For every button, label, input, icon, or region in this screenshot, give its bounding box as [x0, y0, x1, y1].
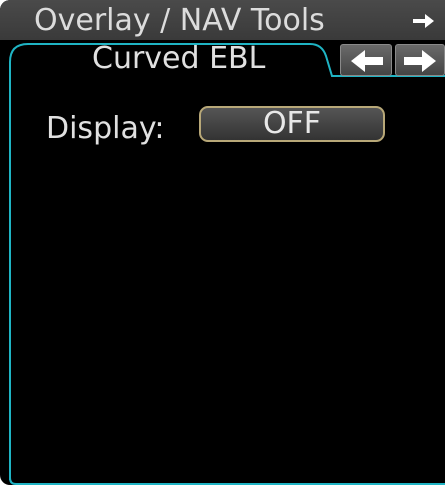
overlay-nav-tools-panel: Overlay / NAV Tools Curved EBL Display: … — [0, 0, 445, 485]
next-page-button[interactable] — [395, 44, 445, 76]
arrow-right-icon — [404, 50, 436, 72]
previous-page-button[interactable] — [340, 44, 392, 76]
arrow-left-icon — [351, 50, 383, 72]
tab-curved-ebl[interactable]: Curved EBL — [92, 42, 265, 76]
display-label: Display: — [46, 111, 165, 146]
display-toggle-button[interactable]: OFF — [199, 106, 385, 142]
